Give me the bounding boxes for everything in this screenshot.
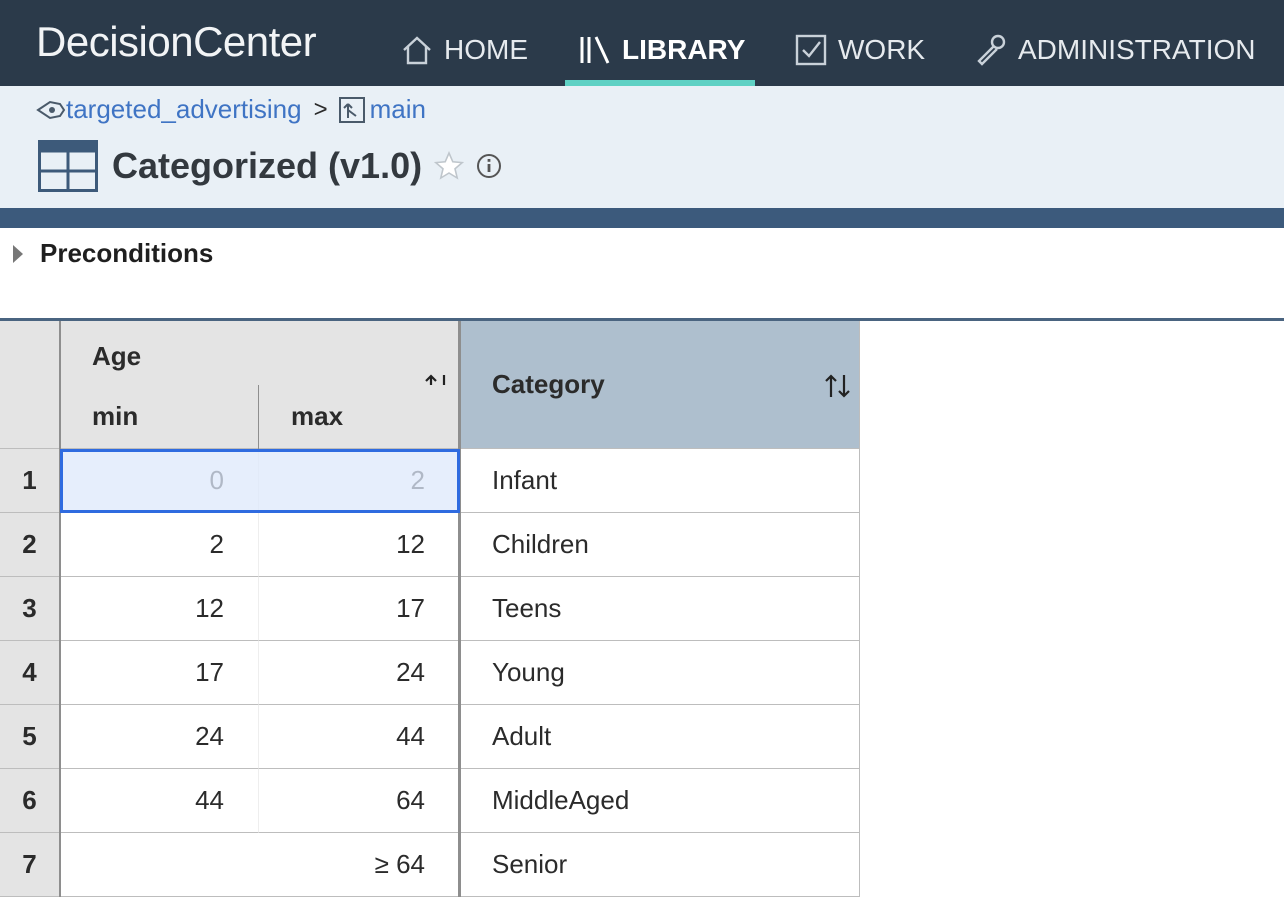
row-number[interactable]: 1 [0, 449, 60, 513]
nav-home-label: HOME [444, 34, 528, 65]
row-number[interactable]: 5 [0, 705, 60, 769]
min-header-label: min [92, 401, 139, 431]
brand-logo[interactable]: DecisionCenter [36, 18, 317, 66]
home-icon [403, 36, 431, 65]
page-title: Categorized (v1.0) [112, 145, 423, 186]
preconditions-toggle[interactable]: Preconditions [12, 238, 213, 269]
rownum-separator [59, 321, 61, 897]
decision-table-icon [38, 140, 98, 192]
category-header-label: Category [492, 369, 605, 399]
nav-library-label: LIBRARY [622, 34, 746, 65]
nav-home[interactable]: HOME [400, 0, 528, 86]
table-corner-cell [0, 321, 60, 449]
nav-work-label: WORK [838, 34, 926, 65]
min-cell[interactable]: 17 [60, 641, 259, 705]
title-row: Categorized (v1.0) [38, 140, 502, 192]
nav-work[interactable]: WORK [794, 0, 925, 86]
row-number[interactable]: 6 [0, 769, 60, 833]
row-number[interactable]: 7 [0, 833, 60, 897]
header-divider-band [0, 208, 1284, 228]
max-cell[interactable]: 24 [259, 641, 460, 705]
max-cell[interactable]: 64 [259, 769, 460, 833]
max-column-header[interactable]: max [259, 385, 460, 449]
age-header-label: Age [92, 341, 142, 371]
min-cell[interactable]: 12 [60, 577, 259, 641]
wrench-icon [977, 34, 1006, 66]
max-header-label: max [291, 401, 344, 431]
min-cell[interactable]: 2 [60, 513, 259, 577]
category-cell[interactable]: MiddleAged [460, 769, 860, 833]
max-cell[interactable]: 12 [259, 513, 460, 577]
row-number[interactable]: 4 [0, 641, 60, 705]
category-cell[interactable]: Young [460, 641, 860, 705]
category-cell[interactable]: Senior [460, 833, 860, 897]
category-cell[interactable]: Children [460, 513, 860, 577]
condition-action-separator [458, 321, 461, 897]
min-cell[interactable]: 44 [60, 769, 259, 833]
nav-library[interactable]: LIBRARY [578, 0, 745, 86]
nav-administration-label: ADMINISTRATION [1018, 34, 1256, 65]
max-cell[interactable]: 44 [259, 705, 460, 769]
min-cell[interactable]: 24 [60, 705, 259, 769]
category-cell[interactable]: Infant [460, 449, 860, 513]
subheader-divider [258, 385, 259, 449]
selected-cell-highlight [60, 449, 460, 513]
expand-caret-icon [13, 244, 23, 263]
max-cell[interactable]: 17 [259, 577, 460, 641]
row-number[interactable]: 3 [0, 577, 60, 641]
row-number[interactable]: 2 [0, 513, 60, 577]
merged-range-cell[interactable]: ≥ 64 [60, 833, 460, 897]
category-cell[interactable]: Adult [460, 705, 860, 769]
checkbox-icon [795, 34, 827, 66]
breadcrumb-project-link[interactable]: targeted_advertising [66, 94, 302, 125]
category-column-header[interactable]: Category [460, 321, 860, 449]
info-icon[interactable] [476, 153, 502, 179]
breadcrumb-separator: > [313, 95, 328, 123]
breadcrumb-branch-link[interactable]: main [370, 94, 426, 125]
library-icon [580, 36, 610, 64]
nav-administration[interactable]: ADMINISTRATION [974, 0, 1255, 86]
favorite-star-icon[interactable] [434, 151, 465, 181]
category-cell[interactable]: Teens [460, 577, 860, 641]
branch-icon [338, 96, 365, 123]
project-icon [36, 100, 66, 119]
top-nav-bar: DecisionCenter HOME LIBRARY WORK ADMINIS… [0, 0, 1284, 86]
breadcrumb: targeted_advertising > main [36, 94, 426, 125]
preconditions-label: Preconditions [40, 238, 214, 268]
sort-arrows-icon[interactable] [824, 373, 852, 399]
min-column-header[interactable]: min [60, 385, 259, 449]
